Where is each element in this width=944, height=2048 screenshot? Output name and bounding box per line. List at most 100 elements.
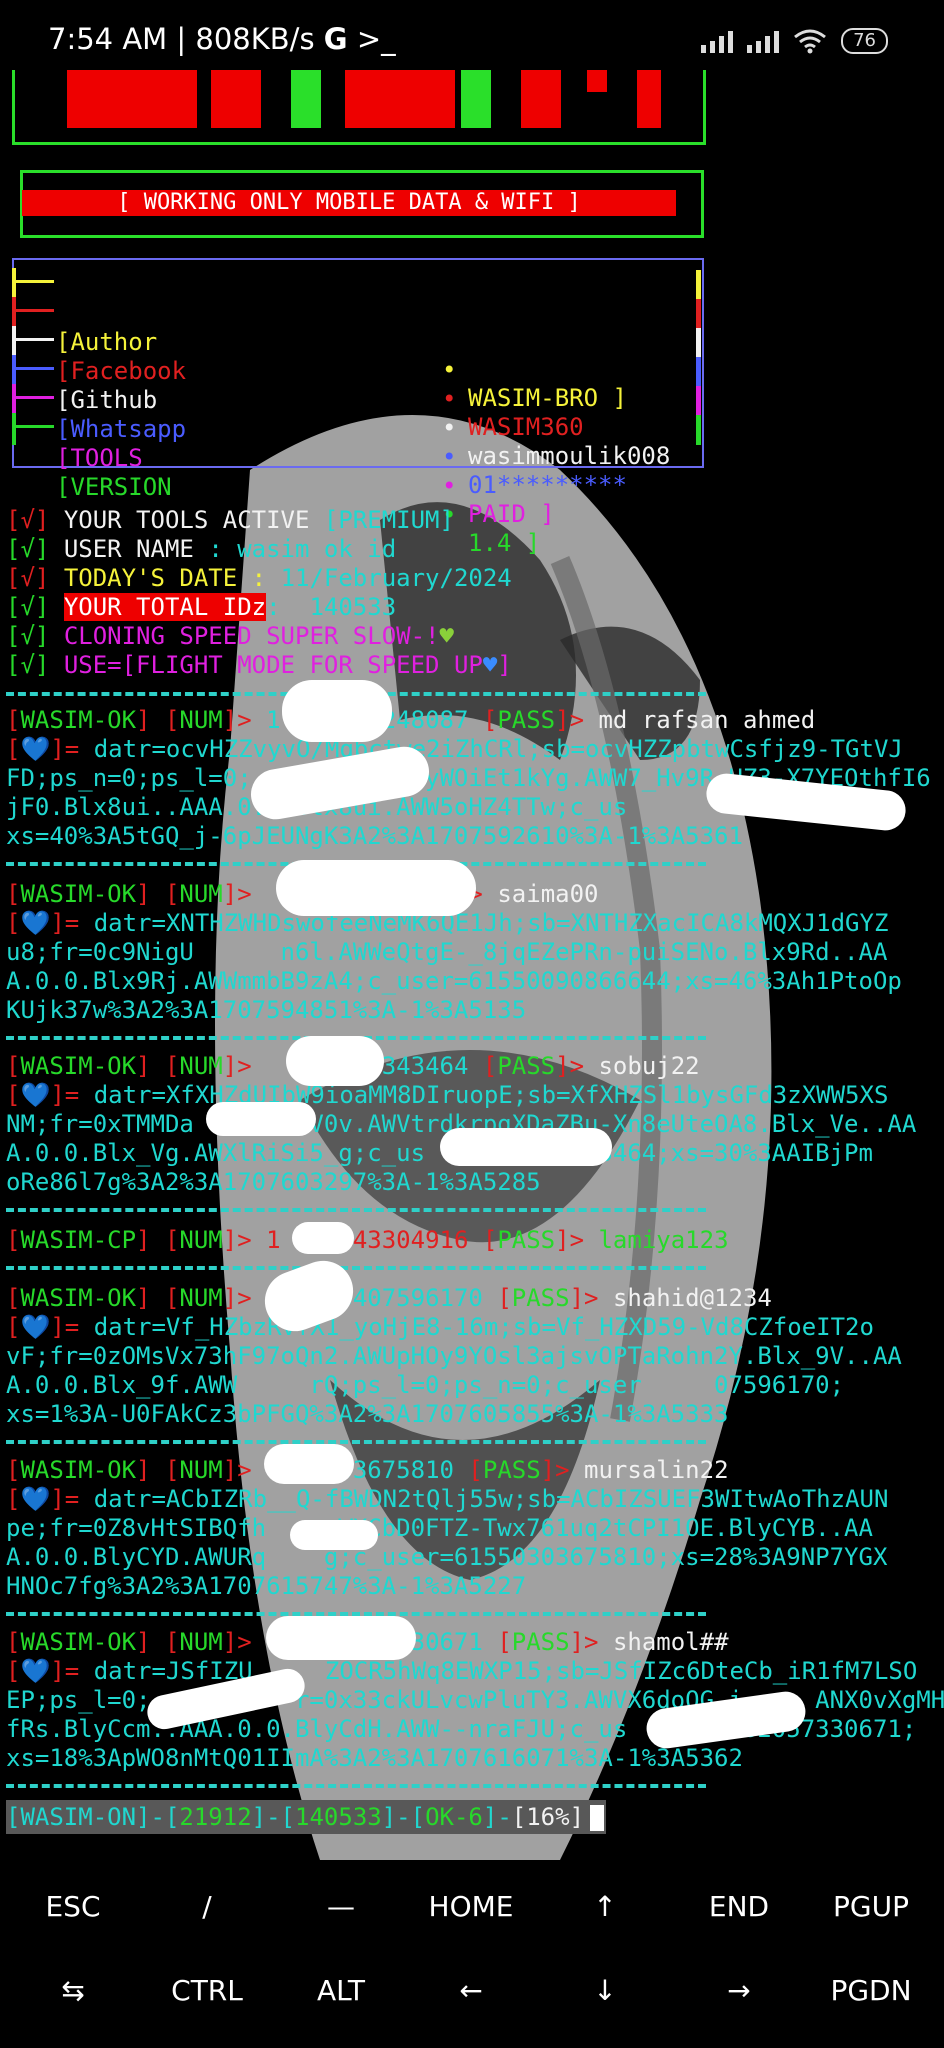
cookie-prefix: [💙]= xyxy=(6,909,80,937)
info-row-tools: [TOOLS • PAID ] xyxy=(12,384,701,528)
num-label: NUM xyxy=(179,880,223,908)
check-line-user: [√] USER NAME : wasim ok id xyxy=(6,535,396,564)
user-label: USER NAME xyxy=(63,535,209,563)
active-label: YOUR TOOLS ACTIVE xyxy=(63,506,324,534)
logo-block xyxy=(345,70,455,128)
num-label: NUM xyxy=(179,1284,223,1312)
cookie-text: datr=ocvHZZvyvO/Mqbctwe2iZhCRl;sb=ocvHZZ… xyxy=(93,735,903,763)
result-line: [WASIM-OK] [NUM]> 1 6248087 [PASS]> md r… xyxy=(6,706,816,734)
check-mark: [√] xyxy=(6,506,50,534)
wifi-icon xyxy=(794,29,827,54)
left-arrow-key[interactable]: ← xyxy=(412,1956,530,2026)
status-bar: 7:54 AM | 808KB/s G >_ 76 xyxy=(0,0,944,80)
alt-key[interactable]: ALT xyxy=(282,1956,400,2026)
slash-key[interactable]: / xyxy=(148,1872,266,1942)
bullet: • xyxy=(442,356,457,384)
redaction-mark xyxy=(292,1222,354,1254)
status-time-text: 7:54 AM | 808KB/s xyxy=(48,22,315,56)
cookie-line: [💙]= datr=XfXHZdUIbW9ioaMM8DIruopE;sb=Xf… xyxy=(6,1081,888,1110)
cookie-line: HNOc7fg%3A2%3A1707615747%3A-1%3A5227 xyxy=(6,1572,527,1600)
date-value: 11/February/2024 xyxy=(280,564,512,592)
num-label: NUM xyxy=(179,1226,223,1254)
check-mark: [√] xyxy=(6,651,50,679)
logo-banner xyxy=(12,70,706,145)
cookie-line: A.0.0.Blx9Rj.AWWmmbB9zA4;c_user=61550090… xyxy=(6,967,902,995)
info-row-whatsapp: [Whatsapp • 01********* xyxy=(12,355,701,499)
logo-block xyxy=(211,70,261,128)
signal-icon xyxy=(701,29,734,53)
pass-label: PASS xyxy=(497,1052,556,1080)
result-line: [WASIM-CP] [NUM]> 1 043304916 [PASS]> la… xyxy=(6,1226,729,1254)
status-icons: 76 xyxy=(701,28,888,54)
separator xyxy=(6,1266,706,1270)
working-notice: [ WORKING ONLY MOBILE DATA & WIFI ] xyxy=(22,190,676,216)
battery-icon: 76 xyxy=(841,28,888,54)
end-key[interactable]: END xyxy=(680,1872,798,1942)
cookie-line: [💙]= datr=JSfIZU ZOCR5hWq8EWXP15;sb=JSfI… xyxy=(6,1657,917,1686)
pgup-key[interactable]: PGUP xyxy=(812,1872,930,1942)
info-key: [VERSION xyxy=(56,473,172,501)
prompt-total: 140533 xyxy=(295,1803,382,1831)
pass-label: PASS xyxy=(511,1628,570,1656)
cookie-line: u8;fr=0c9NigU n6l.AWWeQtgE-_8jqEZePRn-pu… xyxy=(6,938,888,966)
home-key[interactable]: HOME xyxy=(412,1872,530,1942)
cookie-prefix: [💙]= xyxy=(6,1485,80,1513)
info-key: [Facebook xyxy=(56,357,187,385)
result-status: WASIM-OK xyxy=(20,706,137,734)
result-line: [WASIM-OK] [NUM]> 3407596170 [PASS]> sha… xyxy=(6,1284,772,1312)
cookie-text: datr=Vf_HZbzRvfX1_yoHjE8-16m;sb=Vf_HZXD5… xyxy=(93,1313,874,1341)
cookie-line: [💙]= datr=Vf_HZbzRvfX1_yoHjE8-16m;sb=Vf_… xyxy=(6,1313,874,1342)
cookie-line: xs=40%3A5tGQ_j-6pJEUNgK3A2%3A1707592610%… xyxy=(6,822,743,850)
result-status: WASIM-OK xyxy=(20,880,137,908)
down-arrow-key[interactable]: ↓ xyxy=(546,1956,664,2026)
info-value: 1.4 ] xyxy=(468,529,541,557)
num-label: NUM xyxy=(179,1052,223,1080)
blue-heart-icon: ♥ xyxy=(482,651,498,679)
info-row-version: [VERSION • 1.4 ] xyxy=(12,413,701,557)
ctrl-key[interactable]: CTRL xyxy=(148,1956,266,2026)
date-label: TODAY'S DATE : xyxy=(63,564,281,592)
info-row-author: [Author • WASIM-BRO ] xyxy=(12,268,701,412)
info-box: [Author • WASIM-BRO ] [Facebook • WASIM3… xyxy=(12,258,704,557)
cookie-text: datr=ACbIZRb__Q-fBWDN2tQlj55w;sb=ACbIZSU… xyxy=(93,1485,889,1513)
redaction-mark xyxy=(290,1520,378,1550)
up-arrow-key[interactable]: ↑ xyxy=(546,1872,664,1942)
cookie-prefix: [💙]= xyxy=(6,1313,80,1341)
cookie-line: xs=1%3A-U0FAkCz3bPFGQ%3A2%3A1707605855%3… xyxy=(6,1400,729,1428)
redaction-mark xyxy=(264,1444,354,1484)
cookie-line: pe;fr=0Z8vHtSIBQfh WXCbD0FTZ-Twx761uq2tC… xyxy=(6,1514,873,1542)
text-cursor xyxy=(590,1805,605,1831)
right-arrow-key[interactable]: → xyxy=(680,1956,798,2026)
result-status: WASIM-OK xyxy=(20,1284,137,1312)
esc-key[interactable]: ESC xyxy=(14,1872,132,1942)
result-pass: mursalin22 xyxy=(584,1456,729,1484)
info-row-facebook: [Facebook • WASIM360 xyxy=(12,297,701,441)
result-pass: shahid@1234 xyxy=(612,1284,772,1312)
tab-key[interactable]: ⇆ xyxy=(14,1956,132,2026)
result-pass: shamol## xyxy=(612,1628,729,1656)
prompt-ok: OK-6 xyxy=(425,1803,483,1831)
info-value: 01********* xyxy=(468,471,627,499)
check-mark: [√] xyxy=(6,535,50,563)
dash-key[interactable]: — xyxy=(282,1872,400,1942)
check-line-total: [√] YOUR TOTAL IDz: 140533 xyxy=(6,593,396,622)
bullet: • xyxy=(442,385,457,413)
cookie-text: datr=JSfIZU ZOCR5hWq8EWXP15;sb=JSfIZc6Dt… xyxy=(93,1657,918,1685)
redaction-mark xyxy=(286,1036,384,1086)
result-pass: lamiya123 xyxy=(598,1226,729,1254)
cookie-prefix: [💙]= xyxy=(6,1081,80,1109)
separator xyxy=(6,1208,706,1212)
use-text: USE=[FLIGHT MODE FOR SPEED UP xyxy=(63,651,483,679)
result-status: WASIM-OK xyxy=(20,1052,137,1080)
result-status: WASIM-OK xyxy=(20,1628,137,1656)
pgdn-key[interactable]: PGDN xyxy=(812,1956,930,2026)
terminal-prompt[interactable]: [WASIM-ON]-[21912]-[140533]-[OK-6]-[16%] xyxy=(6,1800,606,1834)
active-value: [PREMIUM] xyxy=(323,506,454,534)
num-label: NUM xyxy=(179,1628,223,1656)
bullet: • xyxy=(442,414,457,442)
check-mark: [√] xyxy=(6,622,50,650)
extra-keys-bar: ESC / — HOME ↑ END PGUP ⇆ CTRL ALT ← ↓ →… xyxy=(0,1860,944,2048)
info-value: WASIM-BRO ] xyxy=(468,384,627,412)
google-icon: G xyxy=(323,22,348,56)
prompt-name: WASIM-ON xyxy=(20,1803,137,1831)
